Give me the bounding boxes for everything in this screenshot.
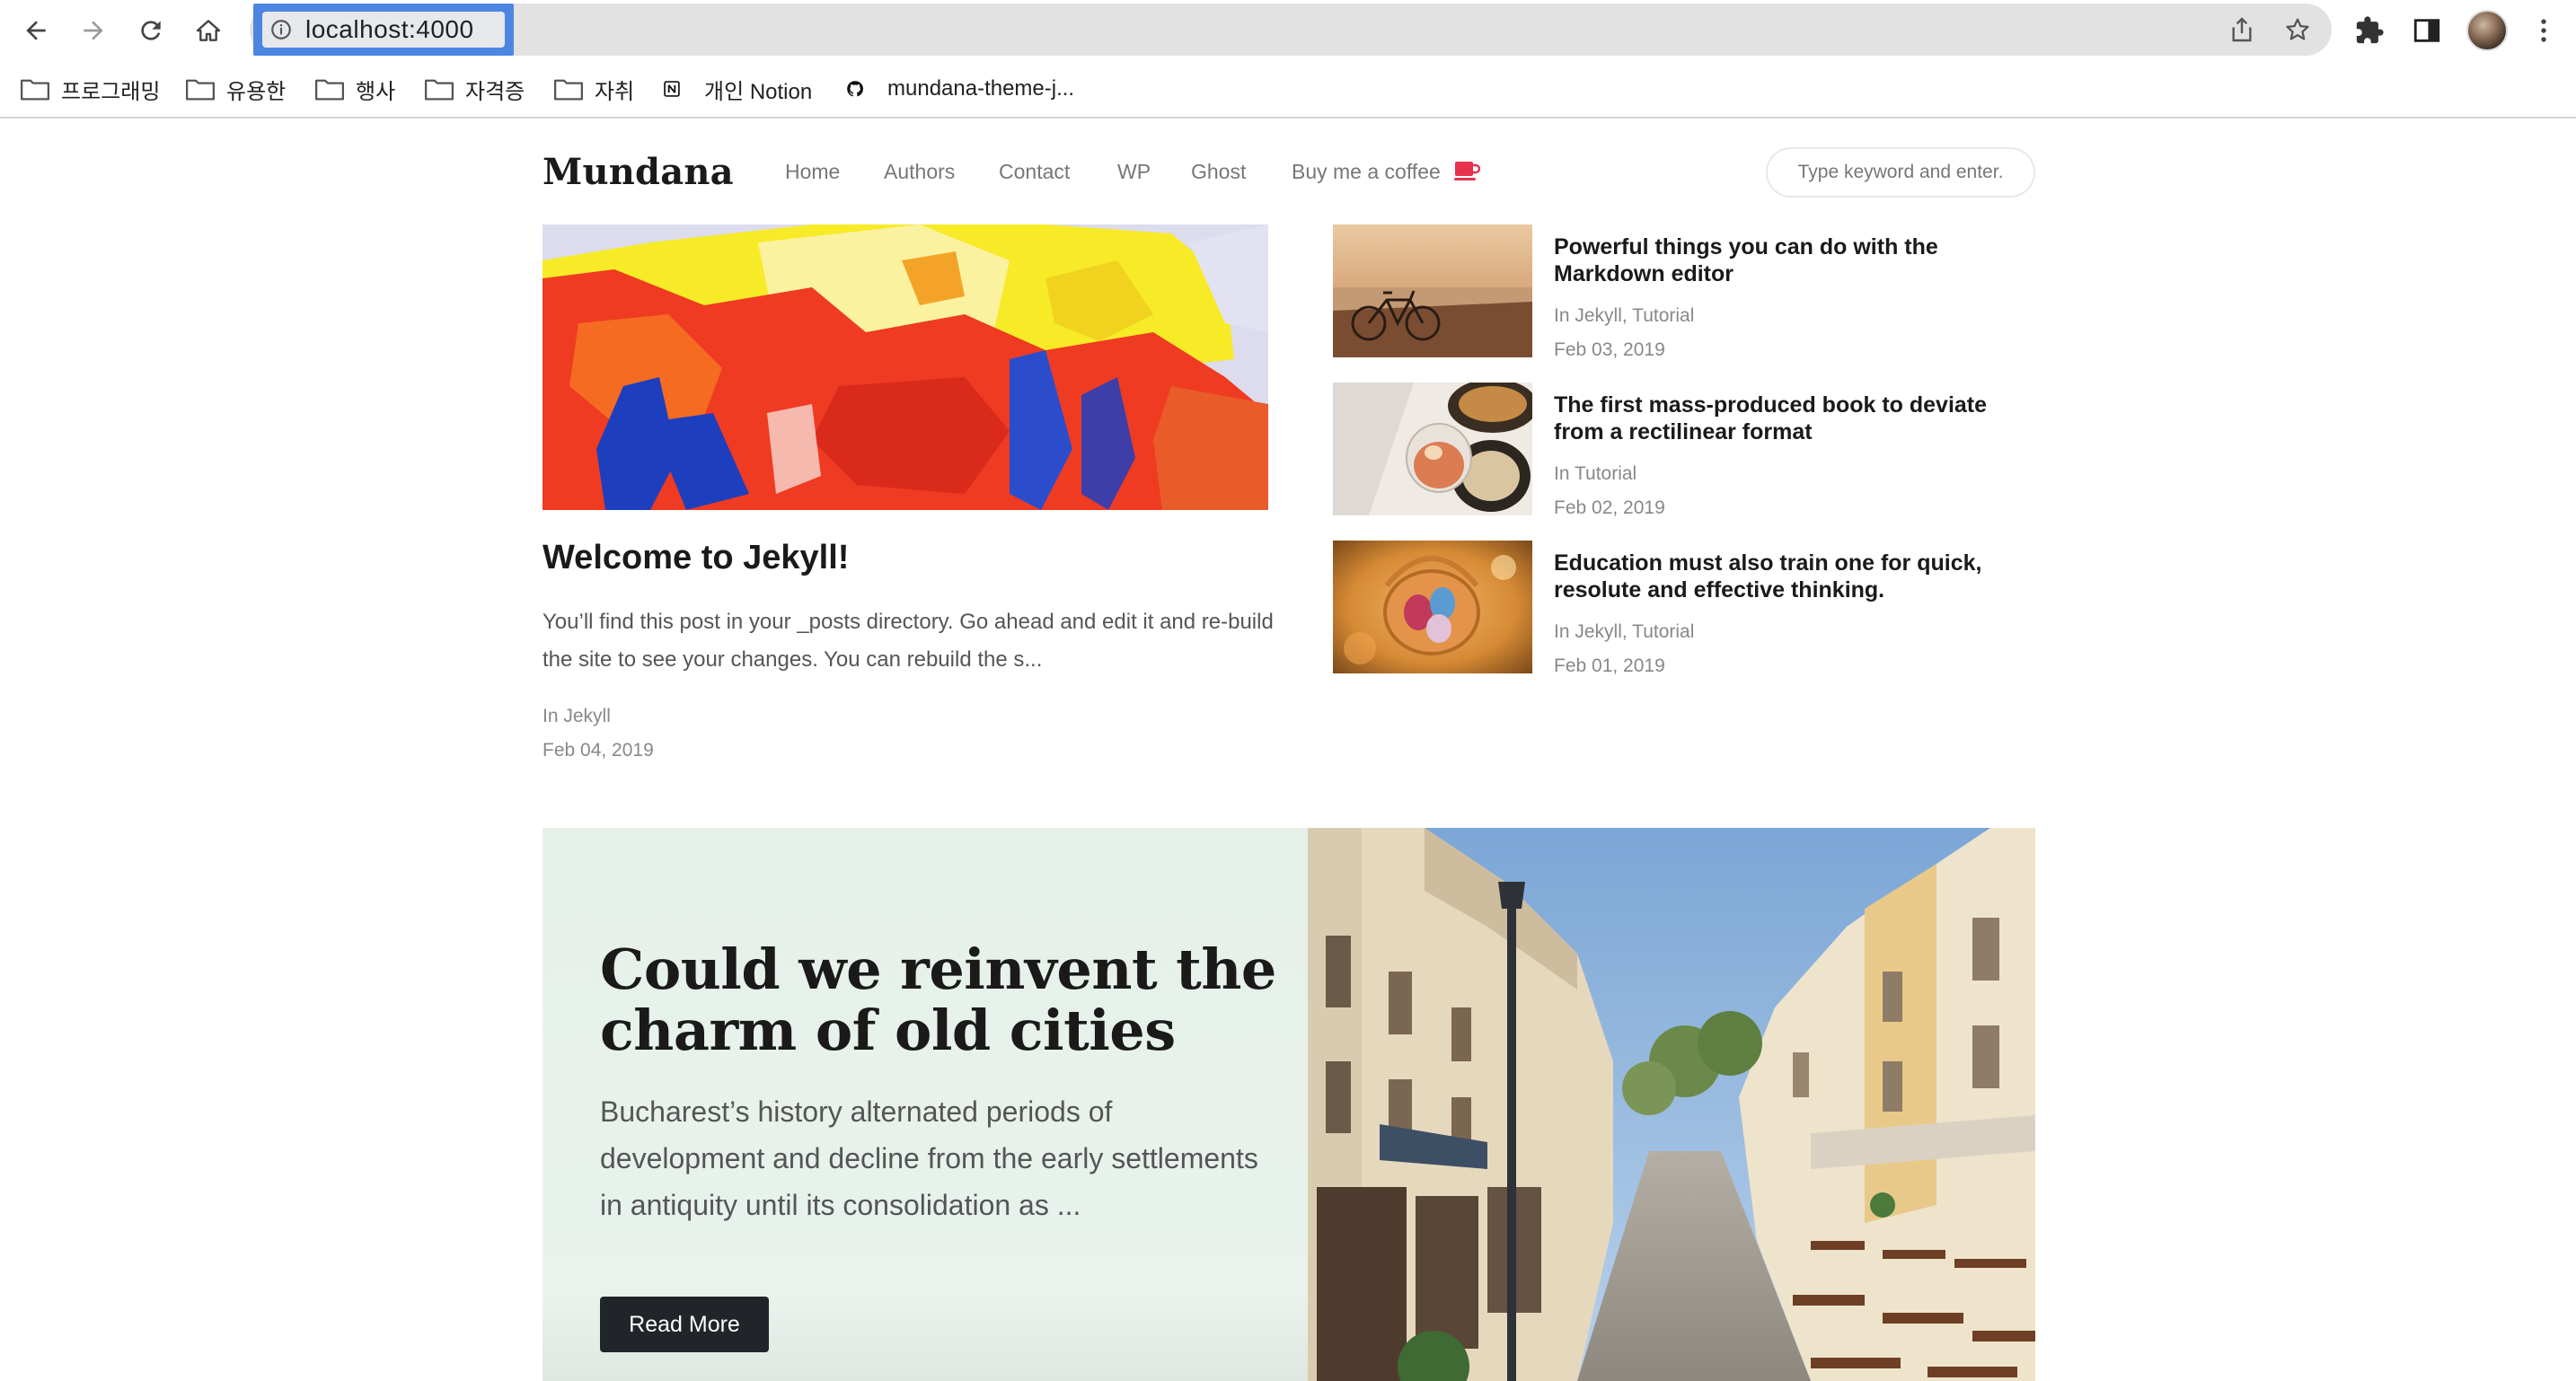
puzzle-icon: [2356, 16, 2384, 44]
more-vert-icon: [2541, 19, 2546, 42]
nav-wp[interactable]: WP: [1117, 160, 1151, 184]
side-post-title[interactable]: The first mass-produced book to deviate …: [1554, 391, 2030, 445]
home-button[interactable]: [189, 11, 228, 50]
featured-post-excerpt: You’ll find this post in your _posts dir…: [543, 610, 1274, 672]
nav-home[interactable]: Home: [785, 160, 840, 184]
site-logo[interactable]: Mundana: [543, 151, 734, 193]
nav-coffee-label: Buy me a coffee: [1292, 160, 1441, 184]
nav-authors[interactable]: Authors: [884, 160, 955, 184]
easter-basket-image: [1333, 541, 1532, 673]
share-icon: [2232, 17, 2252, 42]
side-panel-icon: [2413, 19, 2440, 42]
bookmark-label: mundana-theme-j...: [887, 76, 1075, 101]
side-post-thumbnail[interactable]: [1333, 224, 1532, 357]
star-icon: [2286, 18, 2309, 40]
browser-toolbar: localhost:4000: [0, 0, 2576, 61]
bookmark-folder[interactable]: 프로그래밍: [20, 70, 160, 108]
jumbotron-title[interactable]: Could we reinvent the charm of old citie…: [600, 939, 1283, 1061]
chrome-menu-button[interactable]: [2524, 11, 2563, 50]
side-post-category[interactable]: In Jekyll, Tutorial: [1554, 305, 1694, 327]
jumbotron: Could we reinvent the charm of old citie…: [543, 828, 2035, 1381]
profile-avatar[interactable]: [2466, 10, 2508, 51]
featured-post-image[interactable]: [543, 224, 1268, 510]
webpage: Mundana Home Authors Contact WP Ghost Bu…: [0, 120, 2576, 1381]
folder-icon: [553, 79, 584, 101]
side-post-item[interactable]: Education must also train one for quick,…: [1333, 541, 2033, 676]
bookmark-label: 프로그래밍: [61, 79, 161, 104]
side-post-title[interactable]: Powerful things you can do with the Mark…: [1554, 233, 2030, 287]
side-post-thumbnail[interactable]: [1333, 541, 1532, 673]
side-post-category[interactable]: In Jekyll, Tutorial: [1554, 621, 1694, 643]
nav-ghost[interactable]: Ghost: [1191, 160, 1246, 184]
bicycle-beach-image: [1333, 224, 1532, 357]
nav-buy-me-a-coffee[interactable]: Buy me a coffee: [1292, 160, 1481, 187]
folder-icon: [20, 79, 50, 101]
bookmark-label: 유용한: [226, 79, 287, 104]
read-more-button[interactable]: Read More: [600, 1297, 769, 1352]
search-input[interactable]: [1779, 162, 2022, 183]
extensions-button[interactable]: [2350, 11, 2389, 50]
side-post-category[interactable]: In Tutorial: [1554, 463, 1636, 485]
featured-post-category[interactable]: In Jekyll: [543, 706, 611, 727]
back-arrow-icon: [26, 21, 46, 40]
side-post-thumbnail[interactable]: [1333, 383, 1532, 515]
bookmark-folder[interactable]: 유용한: [185, 70, 286, 108]
jumbotron-image: [1308, 828, 2035, 1381]
featured-post-title[interactable]: Welcome to Jekyll!: [543, 539, 849, 577]
drink-food-image: [1333, 383, 1532, 515]
bookmark-label: 개인 Notion: [704, 79, 813, 104]
coffee-cup-icon: [1453, 160, 1481, 187]
side-post-date: Feb 01, 2019: [1554, 655, 1665, 676]
featured-post-date: Feb 04, 2019: [543, 740, 654, 761]
address-bar[interactable]: [250, 4, 2332, 56]
jumbotron-text: Bucharest’s history alternated periods o…: [600, 1095, 1258, 1221]
side-post-item[interactable]: Powerful things you can do with the Mark…: [1333, 224, 2033, 360]
reload-button[interactable]: [131, 11, 171, 50]
github-icon: [846, 75, 875, 103]
folder-icon: [424, 79, 454, 101]
bookmark-github[interactable]: mundana-theme-j...: [846, 70, 1074, 108]
side-post-date: Feb 02, 2019: [1554, 497, 1665, 518]
bookmark-folder[interactable]: 자취: [553, 70, 634, 108]
side-post-item[interactable]: The first mass-produced book to deviate …: [1333, 383, 2033, 518]
bookmark-star-button[interactable]: [2281, 13, 2314, 46]
bookmark-folder[interactable]: 자격증: [424, 70, 525, 108]
home-icon: [196, 20, 221, 41]
abstract-paint-image: [543, 224, 1268, 510]
notion-icon: [663, 75, 692, 103]
bookmarks-bar: 프로그래밍 유용한 행사 자격증 자취 개인 Notion mundana-th…: [0, 61, 2576, 119]
search-box[interactable]: [1766, 147, 2035, 198]
side-panel-button[interactable]: [2407, 11, 2447, 50]
side-post-title[interactable]: Education must also train one for quick,…: [1554, 550, 2030, 603]
nav-contact[interactable]: Contact: [999, 160, 1070, 184]
jumbotron-content: Could we reinvent the charm of old citie…: [543, 828, 1308, 1381]
forward-button[interactable]: [74, 11, 113, 50]
forward-arrow-icon: [84, 21, 103, 40]
site-info-icon[interactable]: [268, 16, 295, 43]
old-city-street-image: [1308, 828, 2035, 1381]
reload-icon: [141, 21, 161, 40]
url-text: localhost:4000: [305, 15, 474, 43]
side-post-date: Feb 03, 2019: [1554, 339, 1665, 360]
bookmark-label: 행사: [356, 79, 396, 104]
back-button[interactable]: [16, 11, 56, 50]
folder-icon: [185, 79, 216, 101]
url-field[interactable]: localhost:4000: [262, 12, 505, 48]
bookmark-label: 자격증: [465, 79, 525, 104]
share-button[interactable]: [2226, 13, 2258, 46]
bookmark-label: 자취: [595, 79, 635, 104]
folder-icon: [314, 79, 345, 101]
bookmark-folder[interactable]: 행사: [314, 70, 395, 108]
bookmark-notion[interactable]: 개인 Notion: [663, 70, 812, 108]
